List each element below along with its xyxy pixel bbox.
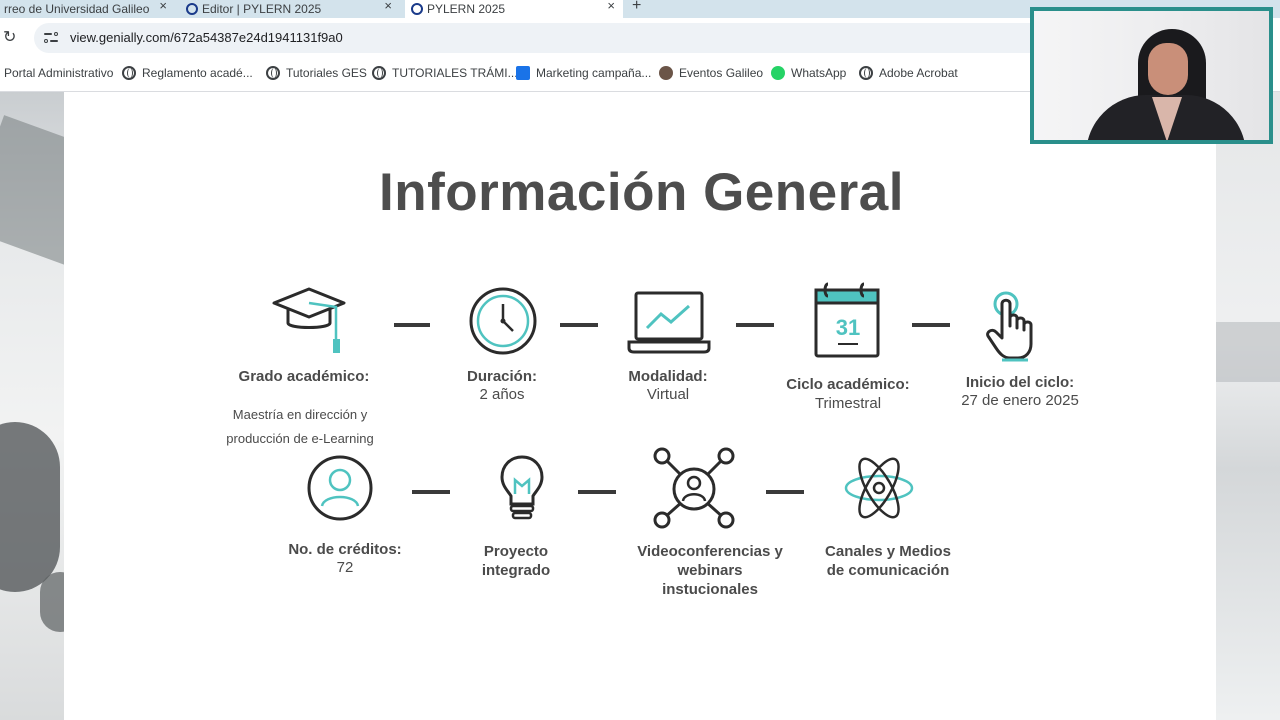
photo-icon bbox=[659, 66, 673, 80]
bookmark-whatsapp[interactable]: WhatsApp bbox=[771, 66, 846, 80]
close-icon[interactable]: × bbox=[384, 0, 392, 13]
webcam-video bbox=[1030, 7, 1273, 144]
bookmark-label: Portal Administrativo bbox=[4, 66, 114, 80]
address-bar[interactable]: view.genially.com/672a54387e24d1941131f9… bbox=[34, 23, 1044, 53]
videoconferencias-label: Videoconferencias y webinars instucional… bbox=[637, 543, 783, 598]
marketing-icon bbox=[516, 66, 530, 80]
laptop-chart-icon bbox=[627, 291, 711, 354]
creditos-label: No. de créditos: bbox=[288, 541, 402, 558]
tab-title: PYLERN 2025 bbox=[427, 2, 506, 16]
tab-title: rreo de Universidad Galileo bbox=[4, 2, 150, 16]
globe-icon bbox=[859, 66, 873, 80]
bookmark-eventos[interactable]: Eventos Galileo bbox=[659, 66, 763, 80]
inicio-value: 27 de enero 2025 bbox=[961, 392, 1079, 409]
proyecto-label: Proyecto integrado bbox=[481, 543, 551, 579]
whatsapp-icon bbox=[771, 66, 785, 80]
inicio-label: Inicio del ciclo: bbox=[965, 374, 1075, 391]
slide-title: Información General bbox=[379, 163, 904, 222]
creditos-value: 72 bbox=[336, 559, 354, 576]
clock-icon bbox=[469, 287, 537, 355]
new-tab-button[interactable]: + bbox=[632, 0, 641, 15]
close-icon[interactable]: × bbox=[607, 0, 615, 13]
canales-label: Canales y Medios de comunicación bbox=[825, 543, 951, 579]
reload-button[interactable]: ↻ bbox=[3, 27, 16, 47]
network-user-icon bbox=[653, 447, 735, 529]
atom-icon bbox=[844, 457, 914, 519]
calendar-day-text: 31 bbox=[836, 315, 860, 340]
genially-icon bbox=[186, 3, 198, 15]
globe-icon bbox=[372, 66, 386, 80]
connector-dash bbox=[736, 323, 774, 327]
bookmark-label: Eventos Galileo bbox=[679, 66, 764, 80]
grado-label: Grado académico: bbox=[238, 368, 370, 385]
presentation-slide: Información General 31 Grado académico: bbox=[64, 92, 1216, 720]
background-photo-left bbox=[0, 92, 64, 720]
bookmark-tramites[interactable]: TUTORIALES TRÁMI... bbox=[372, 66, 518, 80]
close-icon[interactable]: × bbox=[159, 0, 167, 13]
connector-dash bbox=[578, 490, 616, 494]
connector-dash bbox=[912, 323, 950, 327]
bookmark-label: TUTORIALES TRÁMI... bbox=[392, 66, 518, 80]
bookmark-reglamento[interactable]: Reglamento acadé... bbox=[122, 66, 253, 80]
background-photo-right bbox=[1216, 92, 1280, 720]
duracion-value: 2 años bbox=[479, 386, 525, 403]
bookmark-marketing[interactable]: Marketing campaña... bbox=[516, 66, 651, 80]
bookmark-label: Adobe Acrobat bbox=[879, 66, 958, 80]
url-text[interactable]: view.genially.com/672a54387e24d1941131f9… bbox=[70, 30, 343, 45]
ciclo-value: Trimestral bbox=[814, 395, 882, 412]
tab-active[interactable]: PYLERN 2025 × bbox=[405, 0, 623, 18]
grado-desc: Maestría en dirección y producción de e-… bbox=[226, 407, 374, 446]
pointer-hand-icon bbox=[986, 291, 1033, 362]
bookmark-tutoriales[interactable]: Tutoriales GES bbox=[266, 66, 367, 80]
site-info-icon[interactable] bbox=[44, 30, 60, 46]
modalidad-label: Modalidad: bbox=[628, 368, 708, 385]
connector-dash bbox=[766, 490, 804, 494]
lightbulb-icon bbox=[500, 455, 544, 520]
globe-icon bbox=[122, 66, 136, 80]
bookmark-portal[interactable]: Portal Administrativo bbox=[4, 66, 113, 80]
connector-dash bbox=[412, 490, 450, 494]
user-circle-icon bbox=[307, 455, 373, 521]
calendar-icon: 31 bbox=[814, 282, 880, 358]
tab-email[interactable]: rreo de Universidad Galileo × bbox=[0, 0, 175, 18]
bookmark-label: Marketing campaña... bbox=[536, 66, 652, 80]
graduation-cap-icon bbox=[272, 287, 346, 353]
bookmark-adobe[interactable]: Adobe Acrobat bbox=[859, 66, 958, 80]
ciclo-label: Ciclo académico: bbox=[786, 376, 910, 393]
bookmark-label: Tutoriales GES bbox=[286, 66, 367, 80]
duracion-label: Duración: bbox=[466, 368, 537, 385]
bookmark-label: WhatsApp bbox=[791, 66, 847, 80]
tab-editor[interactable]: Editor | PYLERN 2025 × bbox=[180, 0, 400, 18]
genially-icon bbox=[411, 3, 423, 15]
connector-dash bbox=[394, 323, 430, 327]
tab-title: Editor | PYLERN 2025 bbox=[202, 2, 322, 16]
bookmark-label: Reglamento acadé... bbox=[142, 66, 253, 80]
connector-dash bbox=[560, 323, 598, 327]
modalidad-value: Virtual bbox=[646, 386, 690, 403]
globe-icon bbox=[266, 66, 280, 80]
